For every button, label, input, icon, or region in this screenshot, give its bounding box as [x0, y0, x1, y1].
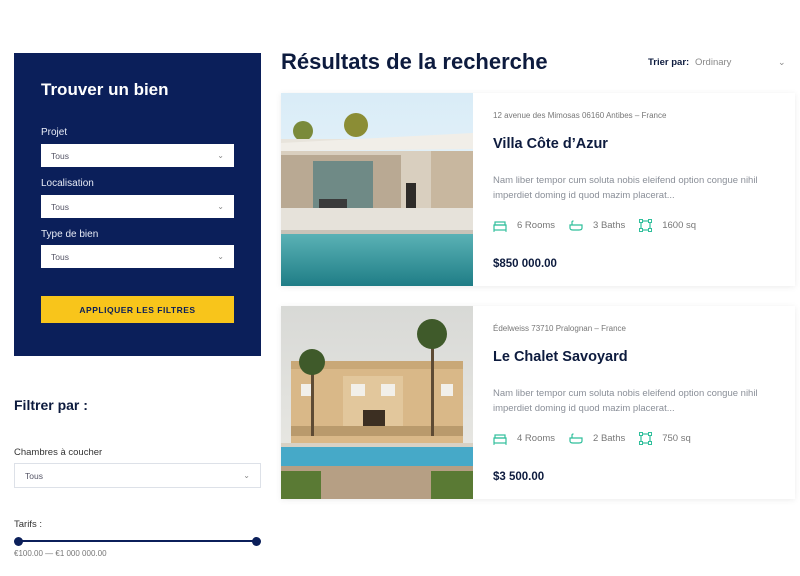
price-slider-track[interactable] — [18, 540, 257, 542]
area-icon — [639, 432, 653, 445]
bedrooms-label: Chambres à coucher — [14, 447, 103, 458]
property-type-select-value: Tous — [51, 251, 69, 262]
baths-feature: 3 Baths — [569, 219, 626, 232]
location-select[interactable]: Tous ⌄ — [41, 195, 234, 218]
price-slider-max-handle[interactable] — [252, 537, 261, 546]
search-panel: Trouver un bien Projet Tous ⌄ Localisati… — [14, 53, 261, 356]
location-label: Localisation — [41, 178, 94, 189]
sort-label: Trier par: — [648, 57, 690, 68]
baths-count: 3 Baths — [593, 220, 626, 231]
chevron-down-icon: ⌄ — [243, 471, 250, 480]
listing-photo[interactable] — [281, 306, 473, 499]
property-type-select[interactable]: Tous ⌄ — [41, 245, 234, 268]
project-label: Projet — [41, 127, 68, 138]
price-range-text: €100.00 — €1 000 000.00 — [14, 549, 107, 558]
project-select[interactable]: Tous ⌄ — [41, 144, 234, 167]
apply-filters-button[interactable]: APPLIQUER LES FILTRES — [41, 296, 234, 323]
rooms-feature: 6 Rooms — [493, 220, 555, 232]
baths-count: 2 Baths — [593, 433, 626, 444]
sort-select[interactable]: Ordinary — [695, 57, 731, 68]
rooms-count: 4 Rooms — [517, 433, 556, 444]
rooms-count: 6 Rooms — [517, 220, 556, 231]
listing-address: 12 avenue des Mimosas 06160 Antibes – Fr… — [493, 111, 667, 120]
listing-description: Nam liber tempor cum soluta nobis eleife… — [493, 175, 758, 201]
area-value: 750 sq — [662, 433, 691, 444]
listing-features: 4 Rooms 2 Baths 750 sq — [493, 432, 705, 445]
bed-icon — [493, 433, 507, 445]
property-type-label: Type de bien — [41, 229, 99, 240]
listing-description: Nam liber tempor cum soluta nobis eleife… — [493, 388, 758, 414]
bathtub-icon — [569, 432, 583, 444]
bedrooms-select-value: Tous — [25, 470, 43, 481]
chevron-down-icon: ⌄ — [217, 151, 224, 160]
bedrooms-select[interactable]: Tous ⌄ — [14, 463, 261, 488]
chevron-down-icon: ⌄ — [217, 252, 224, 261]
price-slider-min-handle[interactable] — [14, 537, 23, 546]
bathtub-icon — [569, 219, 583, 231]
search-panel-title: Trouver un bien — [41, 80, 169, 99]
listing-photo[interactable] — [281, 93, 473, 286]
bed-icon — [493, 220, 507, 232]
chevron-down-icon: ⌄ — [217, 202, 224, 211]
location-select-value: Tous — [51, 201, 69, 212]
listing-title[interactable]: Villa Côte d’Azur — [493, 136, 608, 152]
baths-feature: 2 Baths — [569, 432, 626, 445]
area-feature: 1600 sq — [639, 219, 696, 232]
results-title: Résultats de la recherche — [281, 49, 548, 74]
listing-price: $850 000.00 — [493, 258, 557, 270]
area-value: 1600 sq — [662, 220, 697, 231]
area-icon — [639, 219, 653, 232]
project-select-value: Tous — [51, 150, 69, 161]
listing-title[interactable]: Le Chalet Savoyard — [493, 349, 628, 365]
listing-address: Édelweiss 73710 Pralognan – France — [493, 324, 626, 333]
listing-price: $3 500.00 — [493, 471, 545, 483]
area-feature: 750 sq — [639, 432, 691, 445]
listing-card[interactable]: Édelweiss 73710 Pralognan – France Le Ch… — [281, 306, 795, 499]
rooms-feature: 4 Rooms — [493, 433, 555, 445]
chevron-down-icon[interactable]: ⌄ — [778, 57, 786, 68]
filter-by-heading: Filtrer par : — [14, 397, 88, 413]
listing-features: 6 Rooms 3 Baths 1600 sq — [493, 219, 710, 232]
price-label: Tarifs : — [14, 519, 42, 530]
listing-card[interactable]: 12 avenue des Mimosas 06160 Antibes – Fr… — [281, 93, 795, 286]
